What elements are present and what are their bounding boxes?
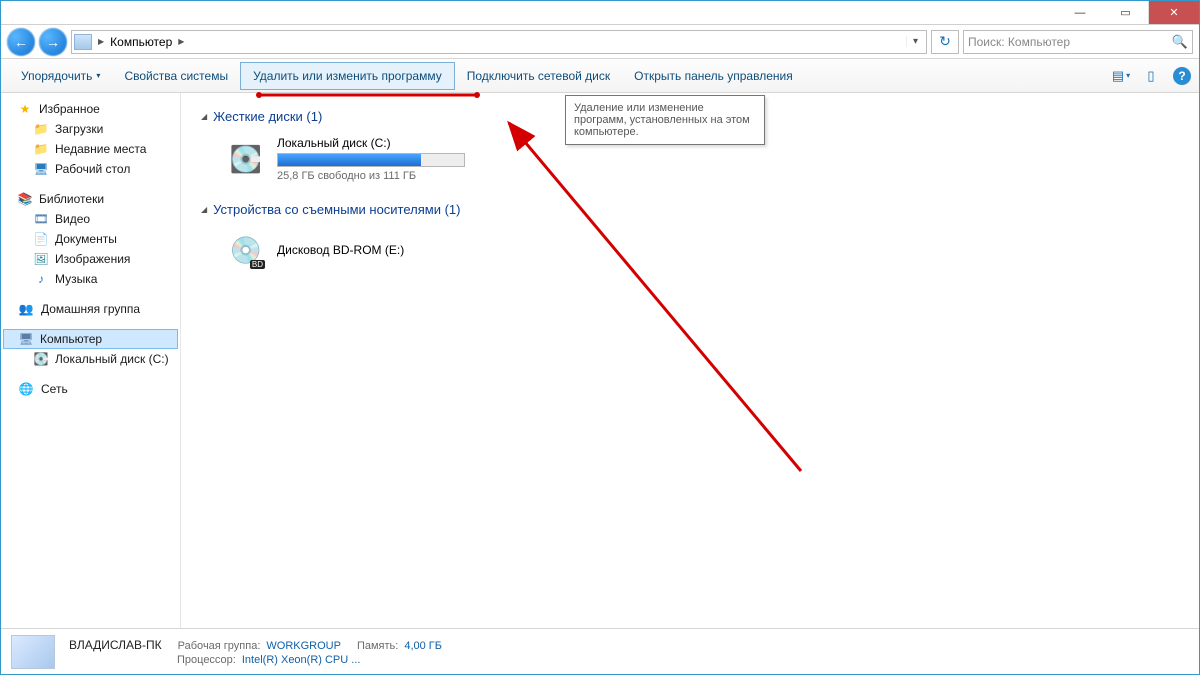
nav-row: ← → ▶ Компьютер ▶ ▾ ↻ Поиск: Компьютер 🔍	[1, 25, 1199, 59]
preview-pane-button[interactable]: ▯	[1139, 65, 1163, 87]
back-button[interactable]: ←	[7, 28, 35, 56]
network-icon: 🌐	[17, 381, 35, 397]
command-bar: Упорядочить▾ Свойства системы Удалить ил…	[1, 59, 1199, 93]
refresh-button[interactable]: ↻	[931, 30, 959, 54]
search-box[interactable]: Поиск: Компьютер 🔍	[963, 30, 1193, 54]
maximize-button[interactable]: ▭	[1103, 1, 1149, 24]
address-bar[interactable]: ▶ Компьютер ▶ ▾	[71, 30, 927, 54]
computer-thumb-icon	[11, 635, 55, 669]
computer-icon: 🖥	[18, 331, 34, 347]
sidebar-item-desktop[interactable]: 🖥Рабочий стол	[3, 159, 178, 179]
drive-icon: 💽	[33, 351, 49, 367]
sidebar-item-recent[interactable]: 📁Недавние места	[3, 139, 178, 159]
image-icon: 🖼	[33, 251, 49, 267]
drive-name: Локальный диск (C:)	[277, 136, 465, 150]
close-button[interactable]: ✕	[1149, 1, 1199, 24]
search-icon: 🔍	[1172, 34, 1188, 50]
collapse-icon: ◢	[201, 205, 207, 214]
computer-icon	[74, 34, 92, 50]
drive-free-text: 25,8 ГБ свободно из 111 ГБ	[277, 170, 465, 182]
forward-button[interactable]: →	[39, 28, 67, 56]
desktop-icon: 🖥	[33, 161, 49, 177]
library-icon: 📚	[17, 191, 33, 207]
system-properties-button[interactable]: Свойства системы	[112, 63, 240, 89]
tooltip: Удаление или изменение программ, установ…	[565, 95, 765, 145]
view-options-button[interactable]: ▤▾	[1109, 65, 1133, 87]
sidebar-item-network[interactable]: 🌐Сеть	[3, 379, 178, 399]
recent-icon: 📁	[33, 141, 49, 157]
map-network-drive-button[interactable]: Подключить сетевой диск	[455, 63, 622, 89]
sidebar-item-computer[interactable]: 🖥Компьютер	[3, 329, 178, 349]
search-placeholder: Поиск: Компьютер	[968, 35, 1070, 49]
uninstall-program-button[interactable]: Удалить или изменить программу	[240, 62, 455, 90]
help-button[interactable]: ?	[1173, 67, 1191, 85]
pc-name: ВЛАДИСЛАВ-ПК	[69, 638, 162, 652]
homegroup-icon: 👥	[17, 301, 35, 317]
address-dropdown[interactable]: ▾	[906, 36, 924, 47]
storage-bar	[277, 153, 465, 167]
music-icon: ♪	[33, 271, 49, 287]
sidebar-item-video[interactable]: 🎞Видео	[3, 209, 178, 229]
sidebar-item-pictures[interactable]: 🖼Изображения	[3, 249, 178, 269]
document-icon: 📄	[33, 231, 49, 247]
navigation-pane: ★Избранное 📁Загрузки 📁Недавние места 🖥Ра…	[1, 93, 181, 628]
window-titlebar: — ▭ ✕	[1, 1, 1199, 25]
chevron-right-icon: ▶	[98, 37, 104, 46]
sidebar-item-music[interactable]: ♪Музыка	[3, 269, 178, 289]
minimize-button[interactable]: —	[1057, 1, 1103, 24]
details-pane: ВЛАДИСЛАВ-ПК Рабочая группа:WORKGROUP Па…	[1, 628, 1199, 674]
sidebar-item-favorites[interactable]: ★Избранное	[3, 99, 178, 119]
optical-drive-icon: 💿BD	[225, 229, 267, 271]
open-control-panel-button[interactable]: Открыть панель управления	[622, 63, 805, 89]
content-pane: Удаление или изменение программ, установ…	[181, 93, 1199, 628]
section-removable[interactable]: ◢ Устройства со съемными носителями (1)	[201, 202, 1179, 217]
breadcrumb[interactable]: Компьютер	[110, 35, 172, 49]
sidebar-item-local-c[interactable]: 💽Локальный диск (C:)	[3, 349, 178, 369]
chevron-right-icon: ▶	[178, 37, 184, 46]
sidebar-item-homegroup[interactable]: 👥Домашняя группа	[3, 299, 178, 319]
collapse-icon: ◢	[201, 112, 207, 121]
drive-bd[interactable]: 💿BD Дисковод BD-ROM (E:)	[201, 223, 1179, 277]
star-icon: ★	[17, 101, 33, 117]
organize-menu[interactable]: Упорядочить▾	[9, 63, 112, 89]
drive-name: Дисковод BD-ROM (E:)	[277, 243, 404, 257]
sidebar-item-libraries[interactable]: 📚Библиотеки	[3, 189, 178, 209]
folder-icon: 📁	[33, 121, 49, 137]
sidebar-item-documents[interactable]: 📄Документы	[3, 229, 178, 249]
sidebar-item-downloads[interactable]: 📁Загрузки	[3, 119, 178, 139]
drive-icon: 💽	[225, 138, 267, 180]
video-icon: 🎞	[33, 211, 49, 227]
